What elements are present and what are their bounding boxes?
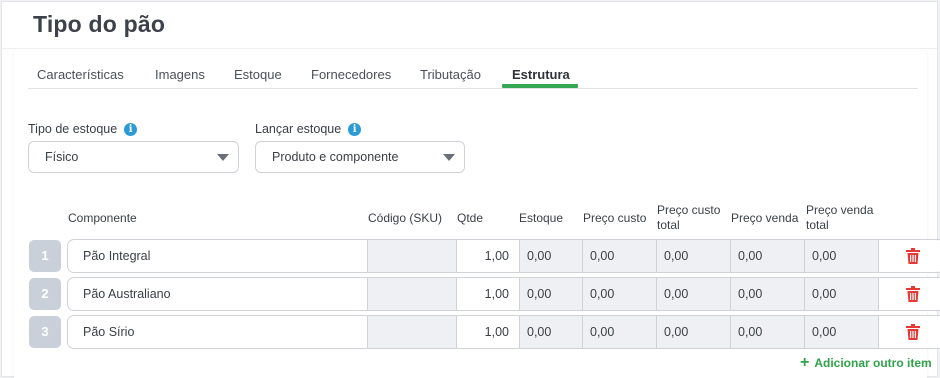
preco-custo-total-value: 0,00 <box>656 316 730 348</box>
chevron-down-icon <box>443 154 455 161</box>
tab-fornecedores[interactable]: Fornecedores <box>311 67 391 82</box>
tipo-estoque-select[interactable]: Físico <box>28 141 239 173</box>
preco-venda-total-value: 0,00 <box>804 278 878 310</box>
info-icon[interactable]: i <box>124 122 138 136</box>
main-panel: Características Imagens Estoque Forneced… <box>14 52 940 378</box>
preco-venda-value: 0,00 <box>730 240 804 272</box>
componente-input[interactable]: Pão Australiano <box>68 278 367 310</box>
preco-venda-value: 0,00 <box>730 316 804 348</box>
sku-field <box>367 278 456 310</box>
tipo-estoque-label: Tipo de estoque i <box>28 122 138 136</box>
header-preco-custo-total: Preço custo total <box>657 203 721 232</box>
preco-custo-value: 0,00 <box>582 316 656 348</box>
tab-estoque[interactable]: Estoque <box>234 67 282 82</box>
row-fields: Pão Sírio 1,00 0,00 0,00 0,00 0,00 0,00 <box>67 315 940 349</box>
qtde-input[interactable]: 1,00 <box>456 240 519 272</box>
tab-caracteristicas[interactable]: Características <box>37 67 124 82</box>
estoque-value: 0,00 <box>519 278 582 310</box>
preco-custo-total-value: 0,00 <box>656 278 730 310</box>
delete-button[interactable] <box>878 240 940 272</box>
trash-icon <box>905 286 920 302</box>
row-number: 2 <box>29 278 61 310</box>
preco-venda-value: 0,00 <box>730 278 804 310</box>
preco-custo-value: 0,00 <box>582 240 656 272</box>
delete-button[interactable] <box>878 316 940 348</box>
header-sku: Código (SKU) <box>368 211 443 225</box>
title-bar: Tipo do pão <box>2 2 937 49</box>
estoque-value: 0,00 <box>519 240 582 272</box>
componente-input[interactable]: Pão Integral <box>68 240 367 272</box>
tab-tributacao[interactable]: Tributação <box>420 67 481 82</box>
tab-imagens[interactable]: Imagens <box>155 67 205 82</box>
preco-custo-value: 0,00 <box>582 278 656 310</box>
tipo-estoque-value: Físico <box>45 150 79 164</box>
lancar-estoque-select[interactable]: Produto e componente <box>255 141 465 173</box>
add-item-label: Adicionar outro item <box>814 356 932 370</box>
lancar-estoque-label: Lançar estoque i <box>255 122 362 136</box>
plus-icon: + <box>800 354 810 371</box>
chevron-down-icon <box>217 154 229 161</box>
sku-field <box>367 240 456 272</box>
preco-venda-total-value: 0,00 <box>804 316 878 348</box>
table-row: 3 Pão Sírio 1,00 0,00 0,00 0,00 0,00 0,0… <box>29 315 940 349</box>
componente-input[interactable]: Pão Sírio <box>68 316 367 348</box>
header-preco-custo: Preço custo <box>583 211 647 225</box>
header-preco-venda-total: Preço venda total <box>806 203 874 232</box>
header-qtde: Qtde <box>457 211 484 225</box>
header-componente: Componente <box>68 211 137 225</box>
preco-venda-total-value: 0,00 <box>804 240 878 272</box>
table-row: 1 Pão Integral 1,00 0,00 0,00 0,00 0,00 … <box>29 239 940 273</box>
sku-field <box>367 316 456 348</box>
qtde-input[interactable]: 1,00 <box>456 278 519 310</box>
lancar-estoque-label-text: Lançar estoque <box>255 122 342 136</box>
row-number: 3 <box>29 316 61 348</box>
lancar-estoque-value: Produto e componente <box>272 150 399 164</box>
trash-icon <box>905 324 920 340</box>
delete-button[interactable] <box>878 278 940 310</box>
preco-custo-total-value: 0,00 <box>656 240 730 272</box>
table-row: 2 Pão Australiano 1,00 0,00 0,00 0,00 0,… <box>29 277 940 311</box>
info-icon[interactable]: i <box>348 122 362 136</box>
row-fields: Pão Australiano 1,00 0,00 0,00 0,00 0,00… <box>67 277 940 311</box>
active-tab-indicator <box>502 84 578 88</box>
header-estoque: Estoque <box>519 211 564 225</box>
add-item-button[interactable]: + Adicionar outro item <box>800 354 932 371</box>
estoque-value: 0,00 <box>519 316 582 348</box>
tab-estrutura[interactable]: Estrutura <box>512 67 570 82</box>
tab-bar: Características Imagens Estoque Forneced… <box>28 52 918 89</box>
page-title: Tipo do pão <box>33 11 166 37</box>
header-preco-venda: Preço venda <box>731 211 799 225</box>
tipo-estoque-label-text: Tipo de estoque <box>28 122 118 136</box>
qtde-input[interactable]: 1,00 <box>456 316 519 348</box>
row-number: 1 <box>29 240 61 272</box>
trash-icon <box>905 248 920 264</box>
row-fields: Pão Integral 1,00 0,00 0,00 0,00 0,00 0,… <box>67 239 940 273</box>
window: Tipo do pão Características Imagens Esto… <box>1 1 940 378</box>
